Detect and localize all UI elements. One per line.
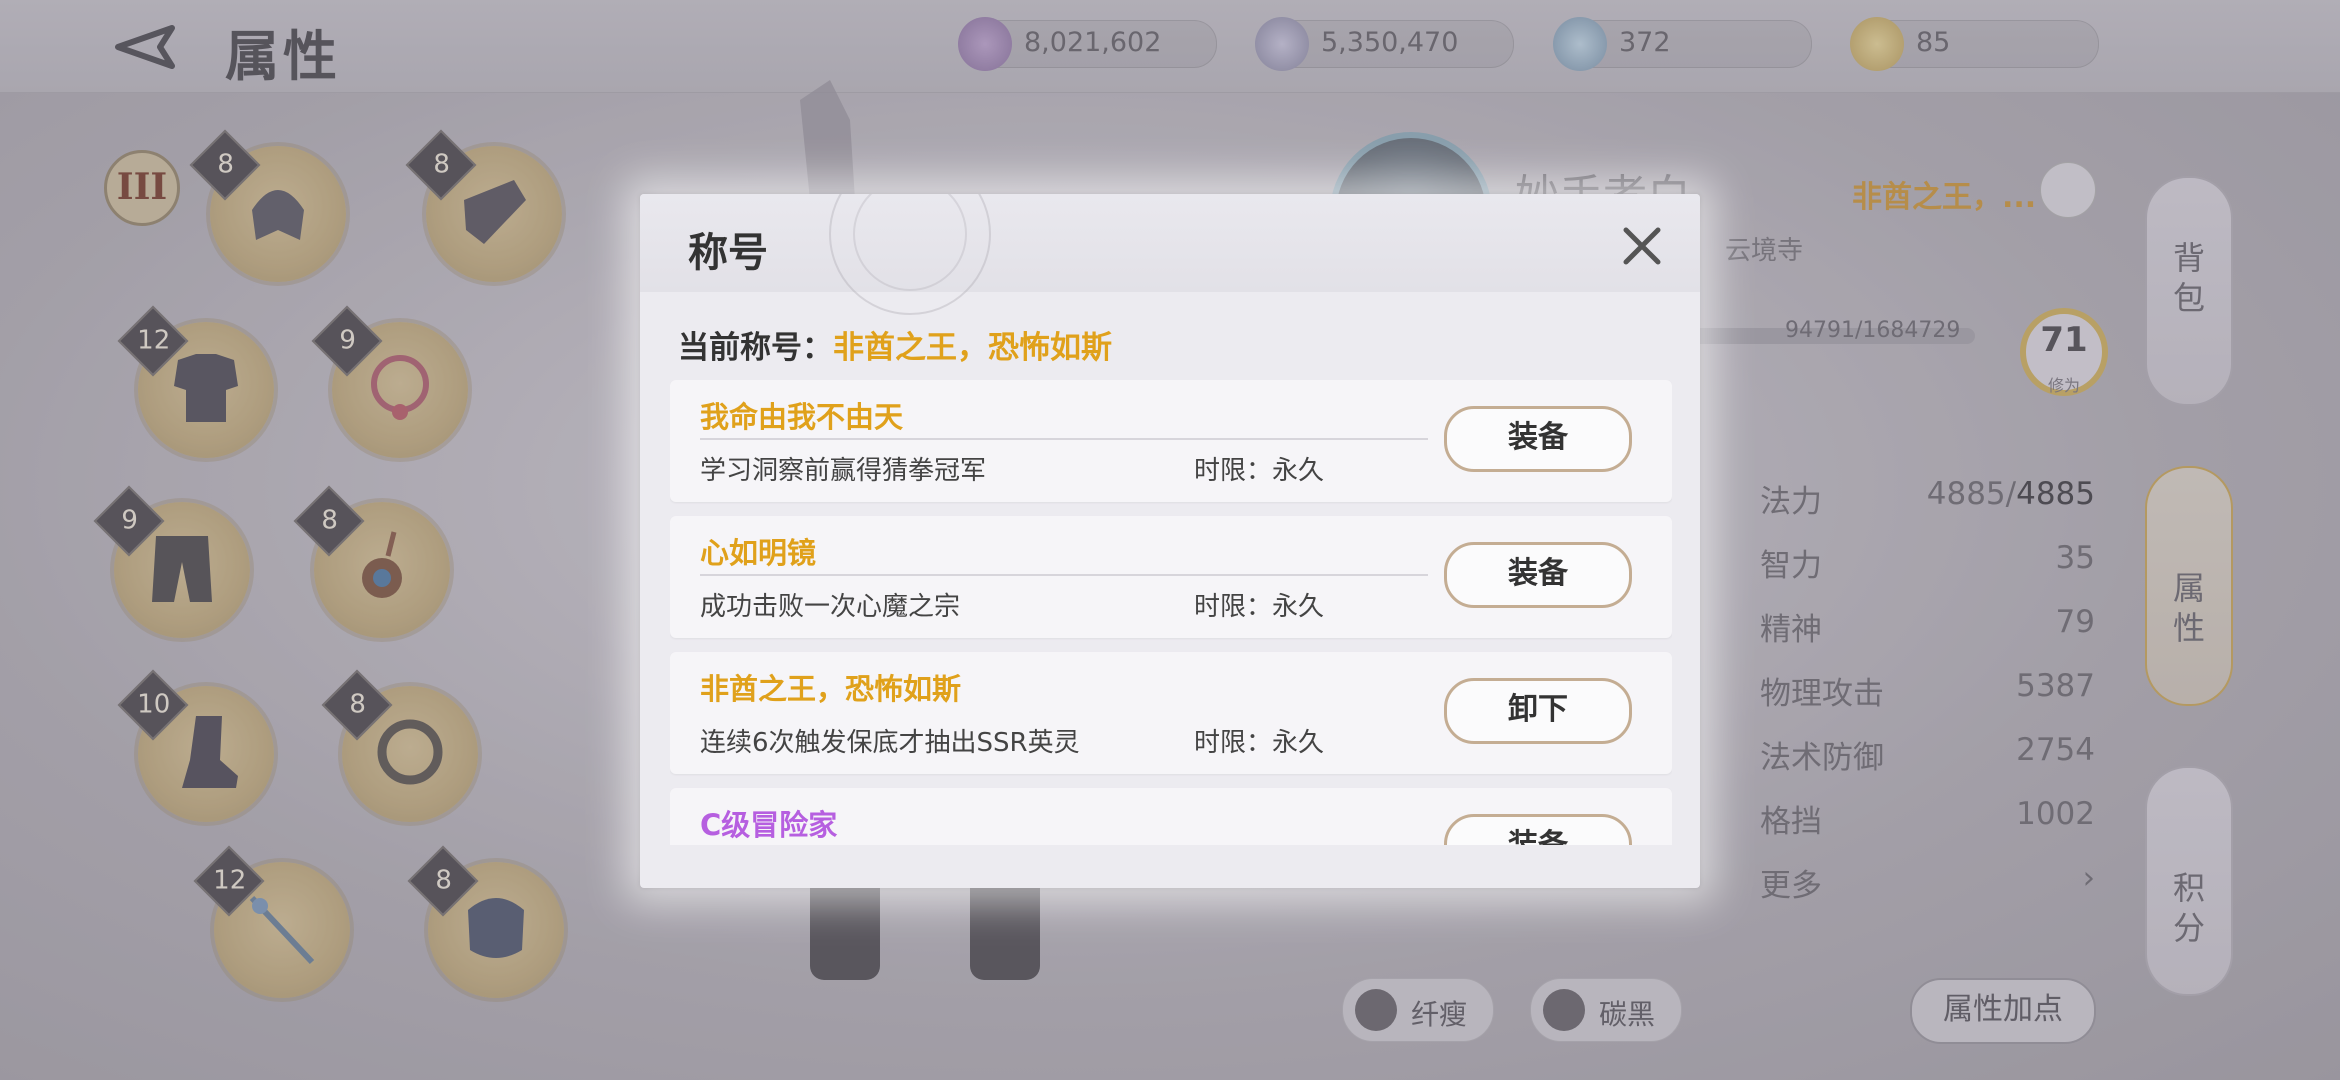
equip-button[interactable]: 装备 — [1444, 814, 1632, 845]
current-title-row: 当前称号：非酋之王，恐怖如斯 — [678, 322, 1112, 367]
title-name: 非酋之王，恐怖如斯 — [700, 672, 962, 706]
equip-button[interactable]: 装备 — [1444, 542, 1632, 608]
title-duration: 时限：永久 — [1194, 592, 1325, 622]
title-item: 心如明镜 成功击败一次心魔之宗 时限：永久 装备 — [670, 516, 1672, 638]
title-description: 连续6次触发保底才抽出SSR英灵 — [700, 728, 1080, 758]
title-description: 成功击败一次心魔之宗 — [700, 592, 961, 622]
divider — [700, 438, 1428, 440]
title-duration: 时限：永久 — [1194, 456, 1325, 486]
title-item: C级冒险家 装备 — [670, 788, 1672, 845]
current-title-label: 当前称号： — [678, 330, 833, 366]
title-name: 我命由我不由天 — [700, 400, 904, 434]
compass-decoration-icon — [829, 194, 991, 315]
title-item: 我命由我不由天 学习洞察前赢得猜拳冠军 时限：永久 装备 — [670, 380, 1672, 502]
title-list[interactable]: 我命由我不由天 学习洞察前赢得猜拳冠军 时限：永久 装备 心如明镜 成功击败一次… — [670, 380, 1672, 845]
title-description: 学习洞察前赢得猜拳冠军 — [700, 456, 987, 486]
divider — [700, 574, 1428, 576]
close-icon[interactable] — [1620, 224, 1664, 268]
title-duration: 时限：永久 — [1194, 728, 1325, 758]
title-dialog: 称号 当前称号：非酋之王，恐怖如斯 我命由我不由天 学习洞察前赢得猜拳冠军 时限… — [640, 194, 1700, 888]
unequip-button[interactable]: 卸下 — [1444, 678, 1632, 744]
equip-button[interactable]: 装备 — [1444, 406, 1632, 472]
title-name: 心如明镜 — [700, 536, 817, 570]
dialog-title: 称号 — [688, 230, 768, 276]
dialog-header: 称号 — [640, 194, 1700, 315]
current-title-value: 非酋之王，恐怖如斯 — [833, 330, 1112, 366]
title-name: C级冒险家 — [700, 808, 838, 842]
title-item: 非酋之王，恐怖如斯 连续6次触发保底才抽出SSR英灵 时限：永久 卸下 — [670, 652, 1672, 774]
